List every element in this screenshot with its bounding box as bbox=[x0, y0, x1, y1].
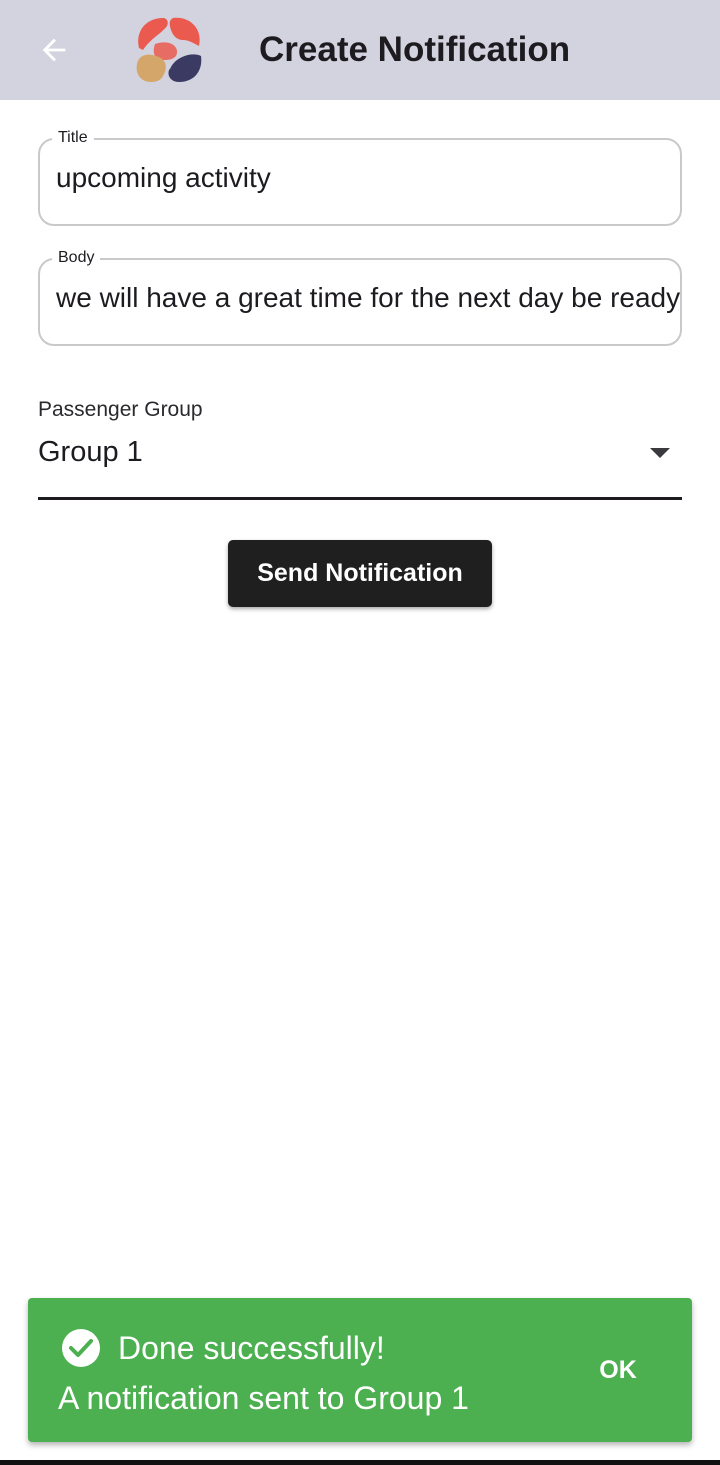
page-title: Create Notification bbox=[259, 30, 571, 69]
snackbar-ok-button[interactable]: OK bbox=[588, 1350, 648, 1390]
title-field[interactable]: Title upcoming activity bbox=[38, 128, 682, 226]
passenger-group-value: Group 1 bbox=[38, 436, 143, 468]
title-input[interactable]: upcoming activity bbox=[56, 162, 680, 202]
passenger-group-label: Passenger Group bbox=[38, 398, 203, 421]
check-circle-icon bbox=[62, 1329, 100, 1367]
title-field-label: Title bbox=[52, 128, 94, 148]
body-input[interactable]: we will have a great time for the next d… bbox=[56, 282, 680, 322]
app-logo bbox=[136, 17, 202, 82]
arrow-left-icon bbox=[42, 38, 66, 62]
success-snackbar: Done successfully! A notification sent t… bbox=[28, 1298, 692, 1442]
app-bar: Create Notification bbox=[0, 0, 720, 100]
snackbar-message: A notification sent to Group 1 bbox=[58, 1380, 469, 1416]
back-button[interactable] bbox=[30, 26, 78, 74]
send-notification-button[interactable]: Send Notification bbox=[228, 540, 492, 607]
passenger-group-dropdown[interactable]: Group 1 bbox=[38, 430, 682, 500]
body-field[interactable]: Body we will have a great time for the n… bbox=[38, 248, 682, 346]
bottom-edge bbox=[0, 1460, 720, 1465]
dropdown-arrow-icon bbox=[650, 448, 670, 458]
snackbar-title: Done successfully! bbox=[118, 1330, 385, 1366]
body-field-label: Body bbox=[52, 248, 101, 268]
